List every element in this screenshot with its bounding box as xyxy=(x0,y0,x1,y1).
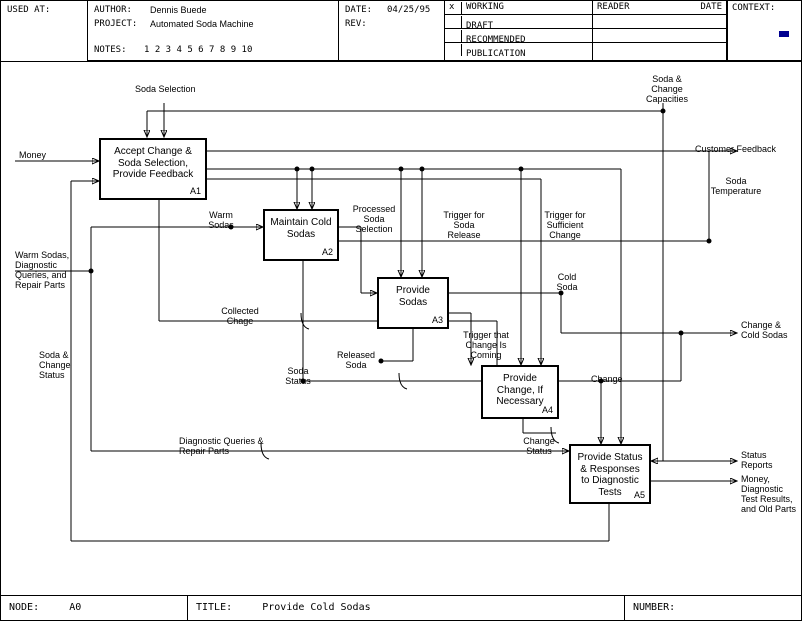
fn-a5-text: Provide Status & Responses to Diagnostic… xyxy=(577,452,642,498)
date-value: 04/25/95 xyxy=(387,5,430,15)
lbl-trig-release: Trigger for Soda Release xyxy=(439,211,489,241)
status-working: WORKING xyxy=(466,2,504,12)
fn-a5: Provide Status & Responses to Diagnostic… xyxy=(569,444,651,504)
author-label: AUTHOR: xyxy=(94,5,132,15)
lbl-sc-cap: Soda & Change Capacities xyxy=(637,75,697,105)
fn-a2: Maintain Cold Sodas A2 xyxy=(263,209,339,261)
lbl-money: Money xyxy=(19,151,46,161)
lbl-status-reports: Status Reports xyxy=(741,451,791,471)
lbl-change-cold: Change & Cold Sodas xyxy=(741,321,791,341)
lbl-released-soda: Released Soda xyxy=(331,351,381,371)
context-block-icon xyxy=(779,31,789,37)
rev-label: REV: xyxy=(345,19,367,29)
lbl-trig-suff: Trigger for Sufficient Change xyxy=(535,211,595,241)
project-label: PROJECT: xyxy=(94,19,137,29)
status-x: x xyxy=(449,2,462,14)
title-value: Provide Cold Sodas xyxy=(262,602,370,613)
lbl-soda-selection: Soda Selection xyxy=(135,85,196,95)
node-label: NODE: xyxy=(9,602,39,613)
lbl-change-status: Change Status xyxy=(517,437,561,457)
reader-label: READER xyxy=(597,2,630,12)
lbl-money-out: Money, Diagnostic Test Results, and Old … xyxy=(741,475,797,515)
lbl-sc-status: Soda & Change Status xyxy=(39,351,89,381)
fn-a4-text: Provide Change, If Necessary xyxy=(496,373,543,407)
footer: NODE: A0 TITLE: Provide Cold Sodas NUMBE… xyxy=(1,595,801,620)
lbl-change: Change xyxy=(591,375,623,385)
project-value: Automated Soda Machine xyxy=(150,19,254,29)
title-label: TITLE: xyxy=(196,602,232,613)
lbl-processed-sel: Processed Soda Selection xyxy=(347,205,401,235)
node-value: A0 xyxy=(69,602,81,613)
date-label: DATE: xyxy=(345,5,372,15)
fn-a5-tag: A5 xyxy=(634,490,645,500)
fn-a3: Provide Sodas A3 xyxy=(377,277,449,329)
lbl-collected-chage: Collected Chage xyxy=(213,307,267,327)
lbl-trig-change-coming: Trigger that Change Is Coming xyxy=(451,331,521,361)
notes-label: NOTES: xyxy=(94,45,127,55)
fn-a4-tag: A4 xyxy=(542,405,553,415)
used-at-label: USED AT: xyxy=(7,5,50,15)
lbl-diag-repair: Diagnostic Queries & Repair Parts xyxy=(179,437,269,457)
lbl-cold-soda: Cold Soda xyxy=(549,273,585,293)
fn-a3-tag: A3 xyxy=(432,315,443,325)
date-col: DATE xyxy=(700,2,722,12)
fn-a4: Provide Change, If Necessary A4 xyxy=(481,365,559,419)
fn-a2-text: Maintain Cold Sodas xyxy=(270,217,331,240)
lbl-warm-in: Warm Sodas, Diagnostic Queries, and Repa… xyxy=(15,251,85,291)
lbl-cust-fb: Customer Feedback xyxy=(695,145,776,155)
lbl-soda-status: Soda Status xyxy=(277,367,319,387)
status-publication: PUBLICATION xyxy=(466,49,526,59)
notes-value: 1 2 3 4 5 6 7 8 9 10 xyxy=(144,45,252,55)
fn-a1-tag: A1 xyxy=(190,186,201,196)
fn-a1: Accept Change & Soda Selection, Provide … xyxy=(99,138,207,200)
author-value: Dennis Buede xyxy=(150,5,207,15)
fn-a3-text: Provide Sodas xyxy=(396,285,430,308)
context-label: CONTEXT: xyxy=(732,3,775,13)
fn-a1-text: Accept Change & Soda Selection, Provide … xyxy=(113,146,194,180)
context-box: CONTEXT: xyxy=(727,1,801,61)
number-label: NUMBER: xyxy=(633,602,675,613)
fn-a2-tag: A2 xyxy=(322,247,333,257)
idef0-diagram: Accept Change & Soda Selection, Provide … xyxy=(1,61,801,596)
lbl-soda-temp: Soda Temperature xyxy=(701,177,771,197)
lbl-warm-sodas: Warm Sodas xyxy=(201,211,241,231)
